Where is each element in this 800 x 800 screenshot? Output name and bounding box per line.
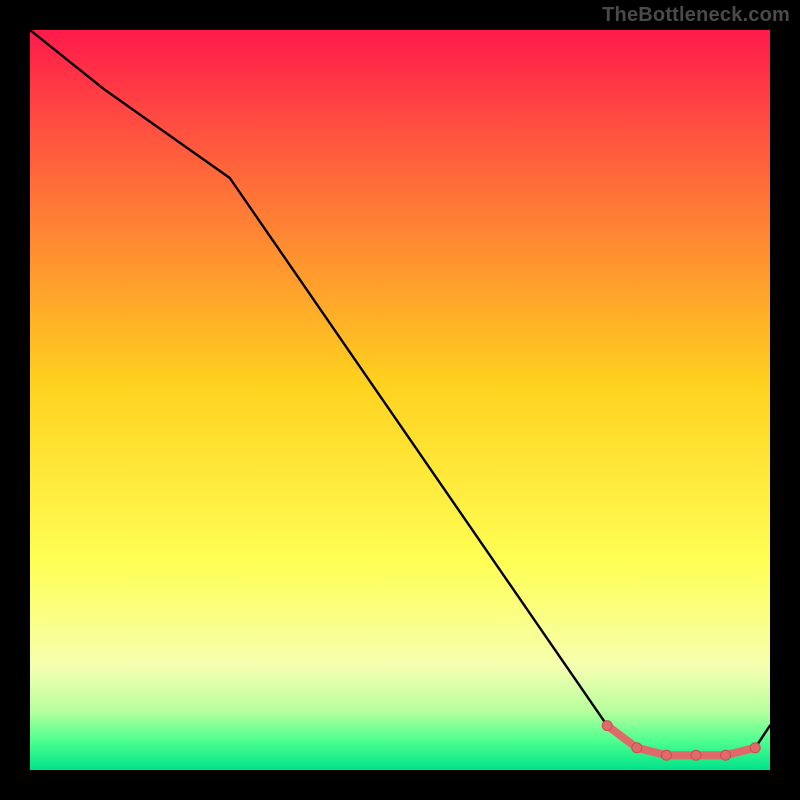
marker-range-dot-4	[721, 750, 731, 760]
gradient-background	[30, 30, 770, 770]
plot-svg	[30, 30, 770, 770]
marker-range-dot-2	[661, 750, 671, 760]
watermark-text: TheBottleneck.com	[602, 4, 790, 27]
marker-range-dot-1	[632, 743, 642, 753]
marker-range-start	[602, 721, 612, 731]
chart-stage: TheBottleneck.com	[0, 0, 800, 800]
marker-range-end	[750, 743, 760, 753]
marker-range-dot-3	[691, 750, 701, 760]
plot-area	[30, 30, 770, 770]
